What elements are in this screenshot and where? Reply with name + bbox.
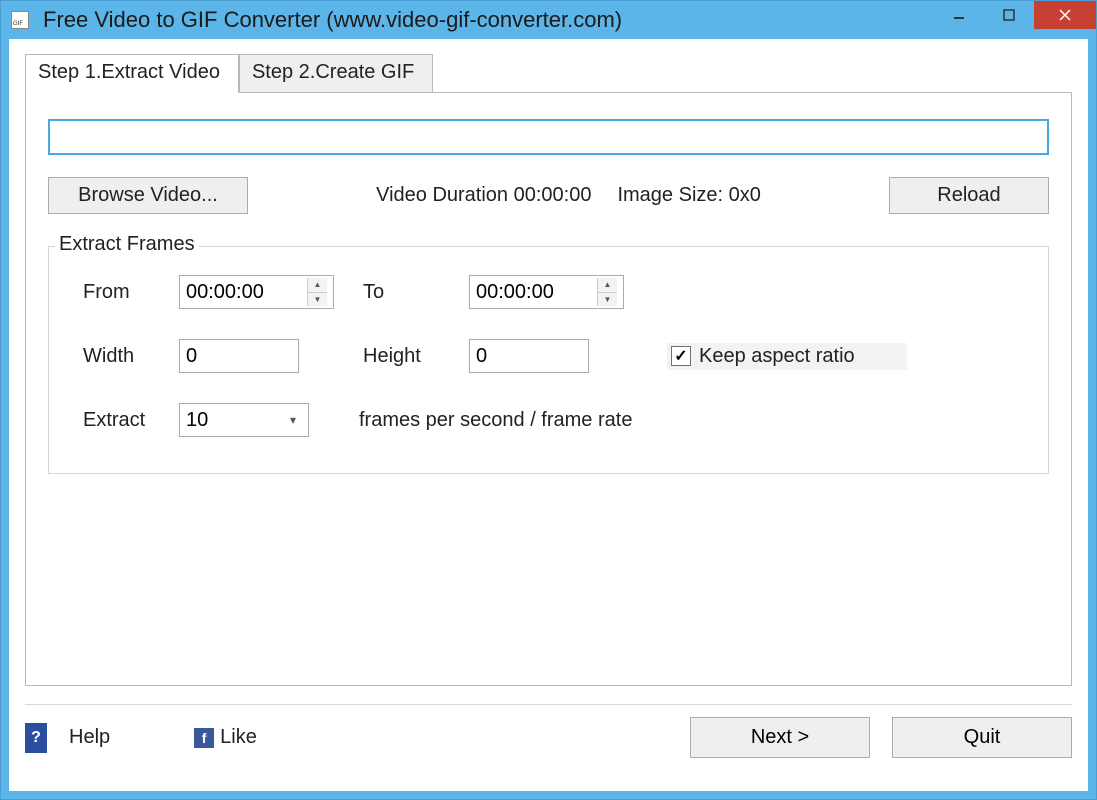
extract-label: Extract [69,409,179,432]
height-label: Height [349,345,469,368]
extract-grid: From 00:00:00 ▲ ▼ To 00:00:00 ▲ ▼ [69,275,1028,437]
width-value: 0 [186,345,197,368]
client-area: Step 1.Extract Video Step 2.Create GIF B… [9,39,1088,791]
to-spin-up[interactable]: ▲ [598,278,617,293]
next-button[interactable]: Next > [690,717,870,758]
reload-button[interactable]: Reload [889,177,1049,214]
to-label: To [349,281,469,304]
titlebar: Free Video to GIF Converter (www.video-g… [1,1,1096,39]
width-input[interactable]: 0 [179,339,299,373]
window-buttons [934,1,1096,31]
to-time-input[interactable]: 00:00:00 ▲ ▼ [469,275,624,309]
tab-step1[interactable]: Step 1.Extract Video [25,54,239,93]
chevron-down-icon: ▾ [290,413,296,427]
video-duration-label: Video Duration 00:00:00 [376,184,591,207]
bottom-bar: ? Help f Like Next > Quit [25,717,1072,758]
info-row: Browse Video... Video Duration 00:00:00 … [48,177,1049,214]
fps-suffix-label: frames per second / frame rate [349,409,1028,432]
browse-video-button[interactable]: Browse Video... [48,177,248,214]
minimize-icon [952,8,966,22]
extract-frames-group: Extract Frames From 00:00:00 ▲ ▼ To 00:0… [48,246,1049,474]
tab-strip: Step 1.Extract Video Step 2.Create GIF [25,53,1072,92]
to-time-value: 00:00:00 [476,281,554,304]
maximize-icon [1002,8,1016,22]
tab-step2[interactable]: Step 2.Create GIF [239,54,433,93]
help-icon[interactable]: ? [25,723,47,753]
facebook-like-button[interactable]: f Like [194,726,257,749]
from-time-input[interactable]: 00:00:00 ▲ ▼ [179,275,334,309]
width-label: Width [69,345,179,368]
like-label: Like [220,726,257,749]
height-value: 0 [476,345,487,368]
keep-aspect-checkbox[interactable]: ✓ Keep aspect ratio [667,343,907,370]
keep-aspect-label: Keep aspect ratio [699,345,855,368]
close-button[interactable] [1034,1,1096,29]
from-label: From [69,281,179,304]
window-title: Free Video to GIF Converter (www.video-g… [43,7,934,33]
maximize-button[interactable] [984,1,1034,29]
help-label[interactable]: Help [69,726,110,749]
tab-panel-step1: Browse Video... Video Duration 00:00:00 … [25,92,1072,686]
height-input[interactable]: 0 [469,339,589,373]
fps-select[interactable]: 10 ▾ [179,403,309,437]
fps-value: 10 [186,409,208,432]
from-time-value: 00:00:00 [186,281,264,304]
image-size-label: Image Size: 0x0 [617,184,760,207]
close-icon [1057,7,1073,23]
from-spin-up[interactable]: ▲ [308,278,327,293]
extract-frames-legend: Extract Frames [55,233,199,256]
from-spinner: ▲ ▼ [307,278,327,306]
quit-button[interactable]: Quit [892,717,1072,758]
checkmark-icon: ✓ [671,346,691,366]
to-spin-down[interactable]: ▼ [598,293,617,307]
separator [25,704,1072,705]
facebook-icon: f [194,728,214,748]
app-icon [11,11,29,29]
to-spinner: ▲ ▼ [597,278,617,306]
app-window: Free Video to GIF Converter (www.video-g… [0,0,1097,800]
from-spin-down[interactable]: ▼ [308,293,327,307]
video-path-input[interactable] [48,119,1049,155]
minimize-button[interactable] [934,1,984,29]
